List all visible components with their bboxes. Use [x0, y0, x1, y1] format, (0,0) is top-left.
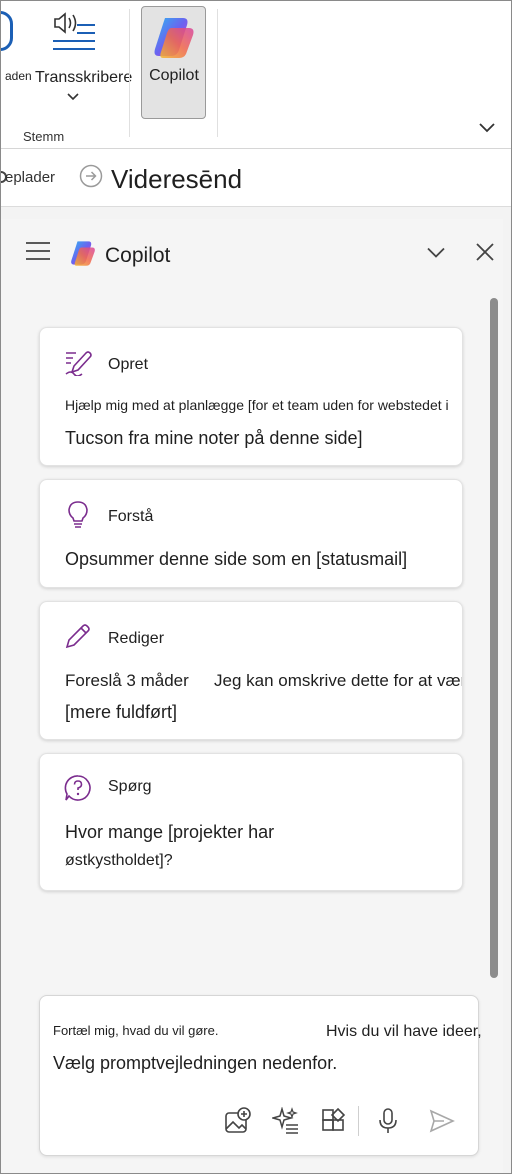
copilot-pane-header: Copilot	[1, 219, 503, 289]
card-title: Rediger	[108, 630, 165, 647]
forward-label[interactable]: Videresēnd	[111, 164, 242, 195]
ribbon: aden Transskribere Stemm Copilot	[1, 1, 511, 149]
voice-group-label: Stemm	[23, 129, 65, 144]
prompt-input[interactable]: Fortæl mig, hvad du vil gøre. Hvis du vi…	[39, 995, 482, 1156]
apps-grid-icon[interactable]	[320, 1107, 348, 1135]
chevron-down-icon[interactable]	[67, 93, 79, 101]
add-image-icon[interactable]	[223, 1107, 251, 1135]
prompt-card-create[interactable]: Opret Hjælp mig med at planlægge [for et…	[39, 327, 463, 466]
ribbon-separator	[217, 9, 218, 137]
card-text: Hjælp mig med at planlægge [for et team …	[65, 397, 449, 413]
question-bubble-icon	[64, 775, 91, 801]
copilot-ribbon-button[interactable]: Copilot	[141, 6, 206, 119]
reply-all-label[interactable]: eplader	[5, 169, 55, 186]
transcribe-label[interactable]: Transskribere	[35, 69, 132, 87]
toolbar-separator	[358, 1106, 359, 1136]
copilot-logo-icon	[154, 18, 194, 58]
pen-doc-icon	[65, 351, 92, 376]
card-text: Jeg kan omskrive dette for at være	[214, 671, 463, 690]
microphone-icon[interactable]	[374, 1107, 402, 1135]
card-title: Opret	[108, 356, 149, 373]
prompt-guide-sparkle-icon[interactable]	[272, 1107, 300, 1135]
card-text: [mere fuldført]	[65, 702, 178, 722]
pane-scrollbar[interactable]	[490, 298, 498, 978]
lightbulb-icon	[68, 501, 88, 528]
card-text: Hvor mange [projekter har	[65, 822, 275, 842]
prompt-placeholder: Vælg promptvejledningen nedenfor.	[53, 1053, 338, 1073]
transcribe-icon[interactable]	[51, 9, 99, 59]
dictate-mic-icon[interactable]	[1, 11, 13, 51]
hamburger-menu-icon[interactable]	[25, 241, 51, 261]
chevron-down-icon[interactable]	[427, 247, 445, 259]
pane-title: Copilot	[105, 244, 171, 267]
close-icon[interactable]	[476, 243, 494, 261]
dictate-label: aden	[5, 69, 32, 83]
card-title: Forstå	[108, 508, 154, 525]
prompt-placeholder: Hvis du vil have ideer,	[326, 1023, 482, 1040]
card-text: Foreslå 3 måder	[65, 671, 189, 690]
card-title: Spørg	[108, 778, 152, 795]
copilot-logo-icon	[71, 241, 95, 266]
prompt-card-ask[interactable]: Spørg Hvor mange [projekter har østkysth…	[39, 753, 463, 891]
pencil-icon	[65, 624, 90, 649]
card-text: Tucson fra mine noter på denne side]	[65, 428, 363, 448]
app-window: aden Transskribere Stemm Copilot eplader…	[0, 0, 512, 1174]
message-action-bar: eplader Videresēnd	[1, 149, 511, 207]
forward-icon[interactable]	[79, 164, 103, 188]
copilot-ribbon-label: Copilot	[149, 67, 199, 84]
prompt-card-edit[interactable]: Rediger Foreslå 3 måder Jeg kan omskrive…	[39, 601, 463, 740]
card-text: Opsummer denne side som en [statusmail]	[65, 549, 408, 569]
send-icon[interactable]	[428, 1107, 456, 1135]
prompt-card-understand[interactable]: Forstå Opsummer denne side som en [statu…	[39, 479, 463, 588]
ribbon-separator	[129, 9, 130, 137]
copilot-pane: Copilot Opret Hjælp mig med at planlægge…	[1, 219, 503, 1173]
prompt-placeholder: Fortæl mig, hvad du vil gøre.	[53, 1023, 219, 1038]
ribbon-expand-chevron-icon[interactable]	[479, 123, 495, 133]
card-text: østkystholdet]?	[65, 852, 173, 869]
